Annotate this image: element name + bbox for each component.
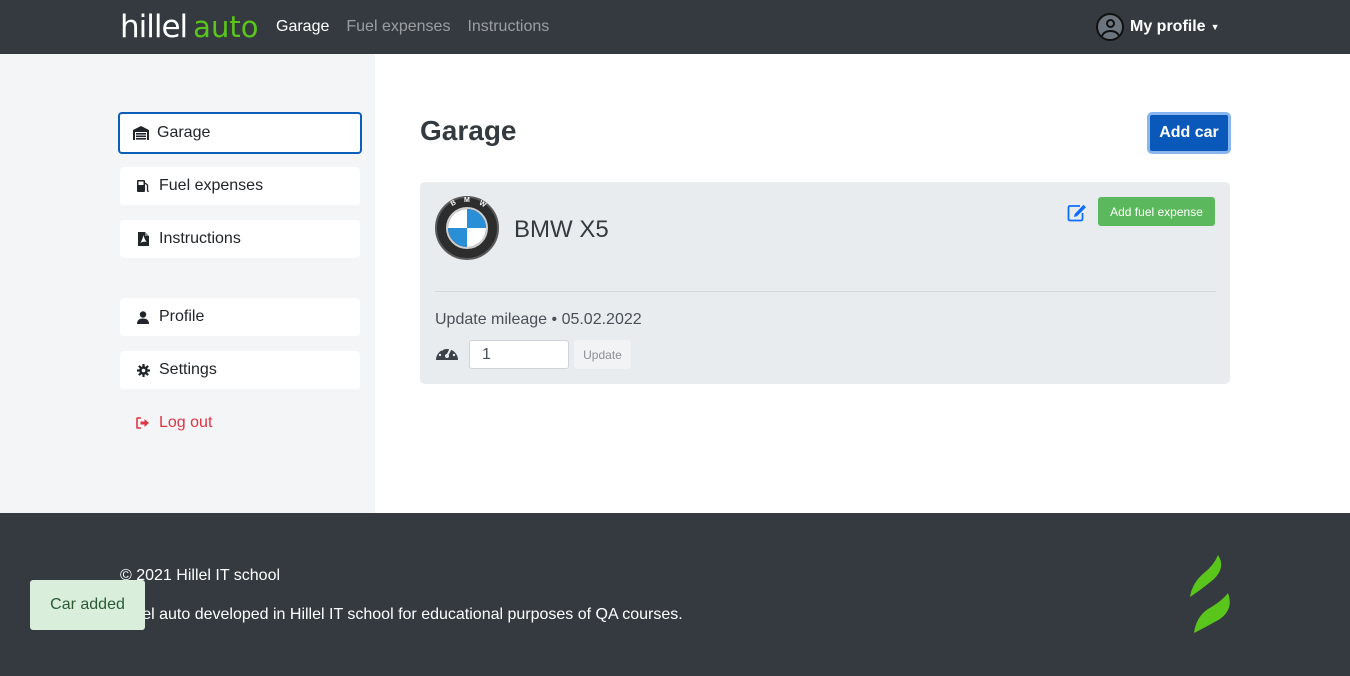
my-profile-dropdown[interactable]: My profile ▼ [1096, 13, 1219, 41]
nav-garage[interactable]: Garage [276, 17, 329, 37]
nav-fuel-expenses[interactable]: Fuel expenses [346, 17, 450, 37]
update-mileage-button[interactable]: Update [574, 340, 631, 369]
nav-instructions[interactable]: Instructions [467, 17, 549, 37]
sidebar: Garage Fuel expenses Instructions Profil… [0, 54, 375, 513]
footer: © 2021 Hillel IT school Hillel auto deve… [0, 513, 1350, 676]
sidebar-item-instructions[interactable]: Instructions [120, 220, 360, 258]
sign-out-icon [134, 415, 152, 431]
mileage-input[interactable] [469, 340, 569, 369]
card-divider [435, 291, 1216, 292]
footer-description: Hillel auto developed in Hillel IT schoo… [120, 606, 683, 623]
sidebar-item-label: Instructions [159, 230, 241, 247]
my-profile-label: My profile [1130, 18, 1206, 35]
page-title: Garage [420, 115, 517, 146]
hillel-auto-logo[interactable]: hillel auto [120, 9, 258, 45]
top-navbar: hillel auto Garage Fuel expenses Instruc… [0, 0, 1350, 54]
pdf-file-icon [134, 231, 152, 247]
main-nav: Garage Fuel expenses Instructions [276, 17, 549, 37]
logo-auto-text: auto [193, 10, 259, 44]
sidebar-item-label: Fuel expenses [159, 177, 264, 194]
sidebar-item-label: Garage [157, 124, 211, 141]
add-fuel-expense-button[interactable]: Add fuel expense [1098, 197, 1215, 226]
sidebar-item-profile[interactable]: Profile [120, 298, 360, 336]
caret-down-icon: ▼ [1210, 22, 1220, 32]
gear-icon [134, 362, 152, 378]
update-mileage-label: Update mileage • 05.02.2022 [435, 311, 642, 328]
sidebar-item-settings[interactable]: Settings [120, 351, 360, 389]
speedometer-icon [435, 343, 459, 361]
car-card: B M W BMW X5 Add fuel expense Update mil… [420, 182, 1230, 384]
sidebar-item-label: Profile [159, 308, 205, 325]
add-car-button[interactable]: Add car [1147, 112, 1231, 154]
sidebar-item-fuel-expenses[interactable]: Fuel expenses [120, 167, 360, 205]
edit-icon[interactable] [1067, 204, 1087, 222]
sidebar-item-garage[interactable]: Garage [118, 112, 362, 154]
toast-notification: Car added [30, 580, 145, 630]
logo-hillel-text: hillel [120, 9, 188, 45]
hillel-leaf-logo-icon [1184, 553, 1234, 635]
fuel-pump-icon [134, 178, 152, 194]
car-name: BMW X5 [514, 216, 609, 243]
sidebar-item-label: Settings [159, 361, 217, 378]
bmw-logo-icon: B M W [435, 196, 499, 260]
sidebar-item-label: Log out [159, 414, 213, 431]
user-avatar-icon [1096, 13, 1124, 41]
sidebar-item-logout[interactable]: Log out [120, 404, 360, 442]
garage-icon [132, 125, 150, 141]
user-icon [134, 309, 152, 325]
